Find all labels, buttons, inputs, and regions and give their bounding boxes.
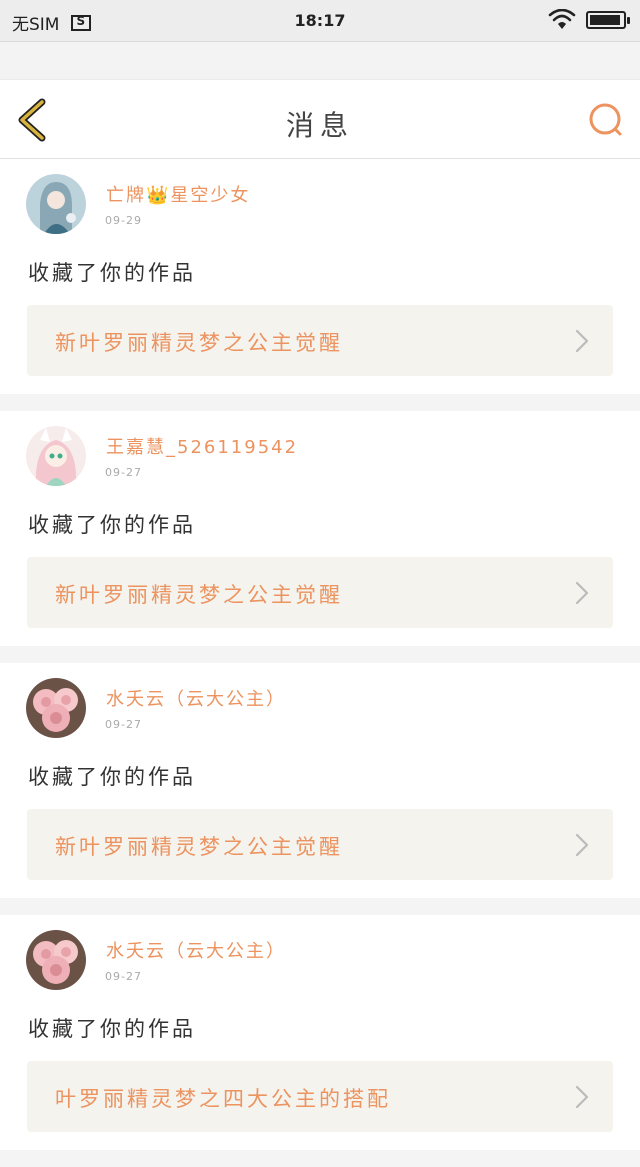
message-card: 水夭云（云大公主） 09-27 收藏了你的作品 叶罗丽精灵梦之四大公主的搭配 bbox=[0, 915, 640, 1150]
work-link[interactable]: 新叶罗丽精灵梦之公主觉醒 bbox=[27, 809, 613, 880]
message-date: 09-27 bbox=[105, 466, 142, 479]
work-link[interactable]: 叶罗丽精灵梦之四大公主的搭配 bbox=[27, 1061, 613, 1132]
work-link[interactable]: 新叶罗丽精灵梦之公主觉醒 bbox=[27, 305, 613, 376]
work-title: 新叶罗丽精灵梦之公主觉醒 bbox=[55, 835, 343, 859]
avatar-image bbox=[26, 678, 86, 738]
message-action: 收藏了你的作品 bbox=[28, 1017, 196, 1041]
battery-icon bbox=[586, 11, 630, 29]
work-title: 新叶罗丽精灵梦之公主觉醒 bbox=[55, 331, 343, 355]
message-date: 09-27 bbox=[105, 970, 142, 983]
username[interactable]: 水夭云（云大公主） bbox=[106, 685, 286, 711]
search-button[interactable] bbox=[586, 100, 626, 140]
chevron-right-icon bbox=[575, 1085, 589, 1109]
message-action: 收藏了你的作品 bbox=[28, 261, 196, 285]
nav-bar: 消息 bbox=[0, 80, 640, 159]
battery-fill bbox=[590, 15, 621, 25]
message-action: 收藏了你的作品 bbox=[28, 513, 196, 537]
username[interactable]: 亡牌👑星空少女 bbox=[106, 181, 250, 207]
work-title: 新叶罗丽精灵梦之公主觉醒 bbox=[55, 583, 343, 607]
header-spacer bbox=[0, 42, 640, 80]
message-date: 09-29 bbox=[105, 214, 142, 227]
message-card: 王嘉慧_526119542 09-27 收藏了你的作品 新叶罗丽精灵梦之公主觉醒 bbox=[0, 411, 640, 646]
status-time: 18:17 bbox=[294, 11, 346, 30]
message-card: 水夭云（云大公主） 09-27 收藏了你的作品 新叶罗丽精灵梦之公主觉醒 bbox=[0, 663, 640, 898]
status-bar: 无SIM 18:17 bbox=[0, 0, 640, 42]
page-title: 消息 bbox=[285, 109, 354, 142]
chevron-right-icon bbox=[575, 329, 589, 353]
message-action: 收藏了你的作品 bbox=[28, 765, 196, 789]
avatar[interactable] bbox=[26, 930, 86, 990]
chevron-right-icon bbox=[575, 581, 589, 605]
message-date: 09-27 bbox=[105, 718, 142, 731]
username[interactable]: 王嘉慧_526119542 bbox=[106, 433, 298, 459]
avatar-image bbox=[26, 930, 86, 990]
message-card: 亡牌👑星空少女 09-29 收藏了你的作品 新叶罗丽精灵梦之公主觉醒 bbox=[0, 159, 640, 394]
message-list: 亡牌👑星空少女 09-29 收藏了你的作品 新叶罗丽精灵梦之公主觉醒 王嘉慧_5… bbox=[0, 159, 640, 1167]
avatar[interactable] bbox=[26, 174, 86, 234]
search-icon bbox=[589, 103, 622, 136]
avatar-image bbox=[26, 174, 86, 234]
chevron-right-icon bbox=[575, 833, 589, 857]
wifi-icon bbox=[548, 9, 576, 29]
status-right bbox=[548, 9, 630, 31]
username[interactable]: 水夭云（云大公主） bbox=[106, 937, 286, 963]
work-title: 叶罗丽精灵梦之四大公主的搭配 bbox=[55, 1087, 391, 1111]
avatar[interactable] bbox=[26, 426, 86, 486]
avatar[interactable] bbox=[26, 678, 86, 738]
work-link[interactable]: 新叶罗丽精灵梦之公主觉醒 bbox=[27, 557, 613, 628]
avatar-image bbox=[26, 426, 86, 486]
